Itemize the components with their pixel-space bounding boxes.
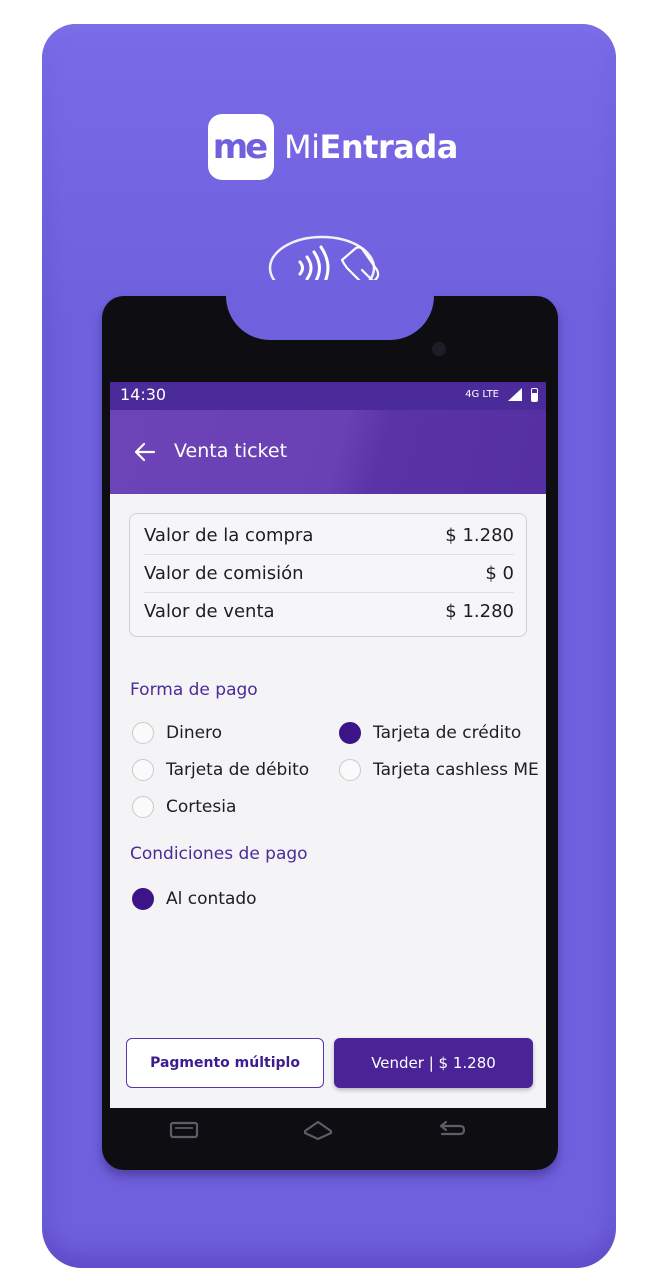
radio-label: Tarjeta de crédito [373, 723, 522, 743]
home-icon[interactable] [302, 1118, 334, 1142]
device-notch [226, 280, 434, 340]
radio-label: Tarjeta cashless ME [373, 760, 539, 780]
signal-icon [508, 388, 522, 401]
summary-value: $ 1.280 [445, 601, 514, 622]
brand-name: MiEntrada [284, 128, 458, 166]
multiple-payment-button[interactable]: Pagmento múltiplo [126, 1038, 324, 1088]
radio-option-cortesia[interactable]: Cortesia [132, 796, 236, 818]
brand-name-bold: Entrada [319, 128, 459, 166]
screen: 14:30 4G LTE Venta ticket Valor de la co… [110, 382, 546, 1108]
radio-label: Dinero [166, 723, 223, 743]
radio-button[interactable] [132, 759, 154, 781]
back-nav-icon[interactable] [436, 1118, 468, 1142]
sell-button[interactable]: Vender | $ 1.280 [334, 1038, 533, 1088]
payment-method-title: Forma de pago [130, 680, 258, 700]
radio-option-cashless-card[interactable]: Tarjeta cashless ME [339, 759, 539, 781]
purchase-summary-card: Valor de la compra $ 1.280 Valor de comi… [129, 513, 527, 637]
status-time: 14:30 [120, 385, 167, 404]
radio-option-debit-card[interactable]: Tarjeta de débito [132, 759, 309, 781]
radio-option-credit-card[interactable]: Tarjeta de crédito [339, 722, 521, 744]
brand-name-light: Mi [284, 128, 320, 166]
brand-logo: me MiEntrada [208, 114, 458, 180]
radio-button[interactable] [132, 722, 154, 744]
battery-icon [531, 387, 538, 402]
arrow-left-icon[interactable] [134, 442, 156, 462]
summary-row: Valor de la compra $ 1.280 [144, 517, 514, 555]
brand-badge: me [208, 114, 274, 180]
android-nav-bar [110, 1108, 546, 1152]
recent-apps-icon[interactable] [168, 1118, 200, 1142]
radio-option-al-contado[interactable]: Al contado [132, 888, 257, 910]
summary-row: Valor de comisión $ 0 [144, 555, 514, 593]
app-bar: Venta ticket [110, 410, 546, 494]
summary-label: Valor de comisión [144, 563, 304, 584]
summary-value: $ 0 [485, 563, 514, 584]
radio-button[interactable] [132, 796, 154, 818]
status-indicators: 4G LTE [465, 387, 538, 402]
network-type: 4G LTE [465, 389, 499, 400]
status-bar: 14:30 4G LTE [110, 382, 546, 410]
front-camera [432, 342, 446, 356]
page-title: Venta ticket [174, 440, 288, 462]
radio-button-selected[interactable] [132, 888, 154, 910]
radio-option-dinero[interactable]: Dinero [132, 722, 222, 744]
payment-conditions-title: Condiciones de pago [130, 844, 308, 864]
summary-label: Valor de venta [144, 601, 275, 622]
radio-label: Al contado [166, 889, 257, 909]
radio-button[interactable] [339, 759, 361, 781]
radio-label: Tarjeta de débito [166, 760, 310, 780]
summary-row: Valor de venta $ 1.280 [144, 593, 514, 630]
summary-label: Valor de la compra [144, 525, 314, 546]
radio-button-selected[interactable] [339, 722, 361, 744]
radio-label: Cortesia [166, 797, 237, 817]
summary-value: $ 1.280 [445, 525, 514, 546]
